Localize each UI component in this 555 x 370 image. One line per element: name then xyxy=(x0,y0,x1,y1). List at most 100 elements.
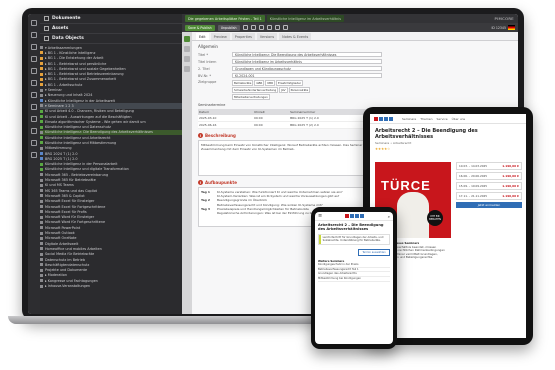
zielgruppe-multiselect[interactable]: Betriebsräte GBR KBR Ersatzmitglieder Schwer… xyxy=(232,80,322,100)
language-flag-icon[interactable] xyxy=(508,25,515,30)
node-icon xyxy=(40,247,43,251)
zielgruppe-chip[interactable]: Betriebsräte xyxy=(232,80,254,86)
node-icon xyxy=(40,231,43,235)
date-option[interactable]: 16.06. – 20.06.2025 1.190,00 € xyxy=(456,172,522,180)
settings-icon[interactable] xyxy=(31,68,37,74)
tree-row-label: ▾ Arbeitssammlungen xyxy=(45,45,82,50)
marketing-icon[interactable] xyxy=(31,92,37,98)
date-option[interactable]: 10.03. – 14.03.2025 1.190,00 € xyxy=(456,162,522,170)
select-date-button[interactable]: Termin auswählen xyxy=(358,248,390,256)
text-input[interactable]: Grundlagen und Kündigungsschutz xyxy=(232,65,382,72)
tree-row-label: KI und Arbeit - Auswirkungen auf die Bes… xyxy=(45,114,132,119)
lock-icon[interactable] xyxy=(266,25,272,30)
nav-link[interactable]: Service xyxy=(437,117,448,121)
cover-figure xyxy=(397,192,429,238)
share-icon[interactable] xyxy=(258,25,264,30)
brand-logo-icon[interactable] xyxy=(374,116,393,121)
tab-notes-events[interactable]: Notes & Events xyxy=(279,33,312,40)
object-id: ID 12345 xyxy=(491,25,506,30)
tree-assets-item[interactable]: Assets xyxy=(40,24,182,34)
users-icon[interactable] xyxy=(31,104,37,110)
tree-row-label: Microsoft Excel für Einsteiger xyxy=(45,199,95,204)
tab-versions[interactable]: Versions xyxy=(256,33,278,40)
translate-icon[interactable] xyxy=(31,128,37,134)
node-icon xyxy=(40,242,43,246)
tree-row-label: Datenschutz im Betrieb xyxy=(45,257,86,262)
objects-icon[interactable] xyxy=(31,44,37,50)
brand-logo-icon[interactable] xyxy=(345,214,365,218)
tools-icon[interactable] xyxy=(31,56,37,62)
node-icon xyxy=(40,141,43,145)
text-input[interactable]: Künstliche Intelligenz: Die Beendigung d… xyxy=(232,51,382,58)
date-option[interactable]: 15.09. – 19.09.2025 1.190,00 € xyxy=(456,182,522,190)
edit-side-tab[interactable] xyxy=(184,36,190,42)
node-icon xyxy=(40,104,43,108)
search-icon[interactable]: ⌕ xyxy=(388,214,390,219)
tree-documents-item[interactable]: Dokumente xyxy=(40,14,182,24)
device-mockup-scene: Dokumente Assets Data Objects ▾ Arbeitss… xyxy=(0,0,555,370)
tab-properties[interactable]: Properties xyxy=(231,33,255,40)
unpublish-button[interactable]: Unpublish xyxy=(217,24,240,31)
zielgruppe-chip[interactable]: Personalräte xyxy=(288,87,311,93)
reload-icon[interactable] xyxy=(250,25,256,30)
zielgruppe-chip[interactable]: Ersatzmitglieder xyxy=(276,80,303,86)
zielgruppe-chip[interactable]: Mitarbeitervertretungen xyxy=(232,94,270,100)
node-icon xyxy=(40,109,43,113)
node-icon xyxy=(40,56,43,60)
text-input[interactable]: Künstliche Intelligenz im Arbeitsverhält… xyxy=(232,58,382,65)
phone-header: ≡ ⌕ xyxy=(315,212,393,221)
hamburger-menu-icon[interactable]: ≡ xyxy=(318,213,322,219)
date-price: 1.190,00 € xyxy=(502,164,519,168)
list-item[interactable]: Mitbestimmung bei Kündigungen xyxy=(318,277,390,282)
tree-row-label: ▸ BG 1 - Die Entstehung der Arbeit xyxy=(45,56,104,61)
field-label: Titel Intern xyxy=(198,59,217,64)
extensions-icon[interactable] xyxy=(31,140,37,146)
zielgruppe-chip[interactable]: JAV xyxy=(279,87,288,93)
form-row: Titel Intern Künstliche Intelligenz im Ar… xyxy=(198,58,512,65)
tree-row-label: KI und MS Teams xyxy=(45,183,74,188)
tablet-nav: Seminare Themen Service Über uns xyxy=(402,117,465,121)
register-button[interactable]: Jetzt anmelden xyxy=(456,202,522,208)
notes-side-tab[interactable] xyxy=(184,66,190,72)
preview-icon[interactable] xyxy=(282,25,288,30)
delete-icon[interactable] xyxy=(242,25,248,30)
tree-row[interactable]: ▸ Inhouse-Veranstaltungen xyxy=(40,283,182,288)
text-input[interactable]: KI-2024-001 xyxy=(232,72,382,79)
editor-tab-2[interactable]: Künstliche Intelligenz im Arbeitsverhält… xyxy=(266,15,345,22)
status-area: ID 12345 xyxy=(491,25,515,30)
zielgruppe-chip[interactable]: KBR xyxy=(265,80,276,86)
tablet-page-title: Arbeitsrecht 2 – Die Beendigung des Arbe… xyxy=(375,128,478,140)
zielgruppe-chip[interactable]: GBR xyxy=(254,80,265,86)
tree-data-objects-header[interactable]: Data Objects xyxy=(40,34,182,44)
tree-row-label: Homeoffice und mobiles Arbeiten xyxy=(45,246,102,251)
phone-info-card: Lernfortschritt für Grundlagen der Arbei… xyxy=(318,233,390,245)
node-icon xyxy=(40,220,43,224)
tab-preview[interactable]: Preview xyxy=(210,33,230,40)
documents-icon[interactable] xyxy=(31,20,37,26)
zielgruppe-chip[interactable]: Schwerbehindertenvertretung xyxy=(232,87,279,93)
date-option[interactable]: 17.11. – 21.11.2025 1.190,00 € xyxy=(456,192,522,200)
tree-row-label: ▸ BG 1 - Betriebsrat und Betriebsvereinb… xyxy=(45,72,124,77)
search-icon[interactable] xyxy=(31,80,37,86)
nav-link[interactable]: Über uns xyxy=(452,117,466,121)
tree-row-label: Microsoft Excel für Profis xyxy=(45,209,87,214)
editor-tab-1[interactable]: Die gegebenen Arbeitsplätze Fristen - Te… xyxy=(185,15,265,22)
tree-row-label: Microsoft OneNote xyxy=(45,236,77,241)
folder-icon xyxy=(44,16,49,21)
date-list: 10.03. – 14.03.2025 1.190,00 € 16.06. – 20… xyxy=(456,162,522,200)
info-icon[interactable] xyxy=(274,25,280,30)
general-fields: Titel * Künstliche Intelligenz: Die Beend… xyxy=(198,51,512,79)
nav-link[interactable]: Seminare xyxy=(402,117,416,121)
field-label: Titel * xyxy=(198,52,209,57)
assets-icon[interactable] xyxy=(31,32,37,38)
tree-rows: ▾ Arbeitssammlungen ▸ BG 1 - Künstliche … xyxy=(40,44,182,289)
save-publish-button[interactable]: Save & Publish xyxy=(185,24,215,31)
section-tasks-label: Aufbaupunkte xyxy=(205,180,237,185)
properties-side-tab[interactable] xyxy=(184,46,190,52)
versions-side-tab[interactable] xyxy=(184,56,190,62)
task-text: Regulatorische Anforderungen: Was ist be… xyxy=(217,211,326,216)
tree-row-label: Beschäftigtendatenschutz xyxy=(45,262,90,267)
nav-link[interactable]: Themen xyxy=(420,117,432,121)
reports-icon[interactable] xyxy=(31,116,37,122)
tab-edit[interactable]: Edit xyxy=(196,33,209,40)
